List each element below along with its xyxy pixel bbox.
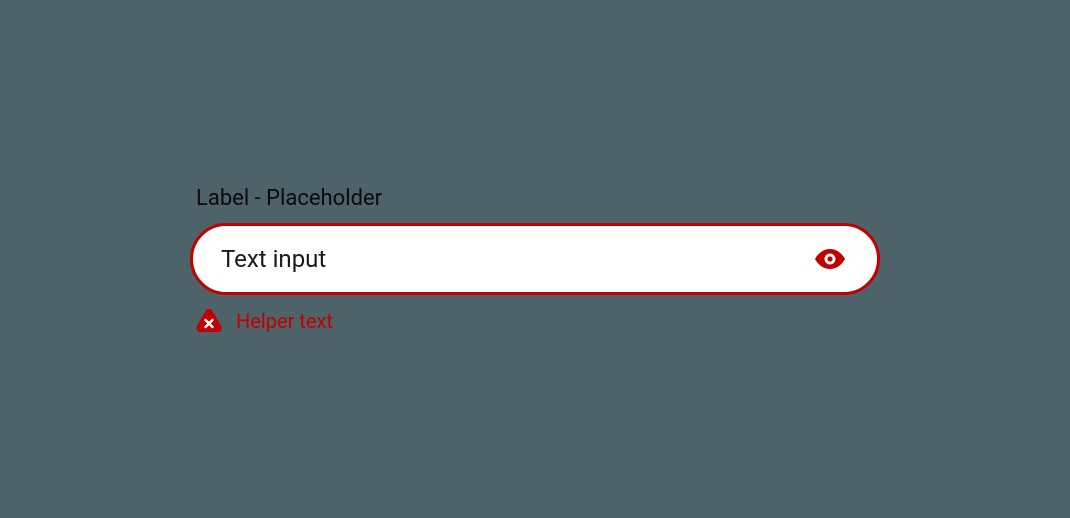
input-field-group: Label - Placeholder Helper text: [190, 186, 880, 333]
toggle-visibility-button[interactable]: [811, 245, 849, 273]
eye-icon: [815, 249, 845, 269]
helper-row: Helper text: [196, 309, 880, 333]
field-label: Label - Placeholder: [196, 186, 880, 211]
helper-text: Helper text: [236, 309, 333, 333]
error-icon: [196, 309, 222, 333]
text-input[interactable]: [221, 245, 811, 273]
input-container: [190, 223, 880, 295]
